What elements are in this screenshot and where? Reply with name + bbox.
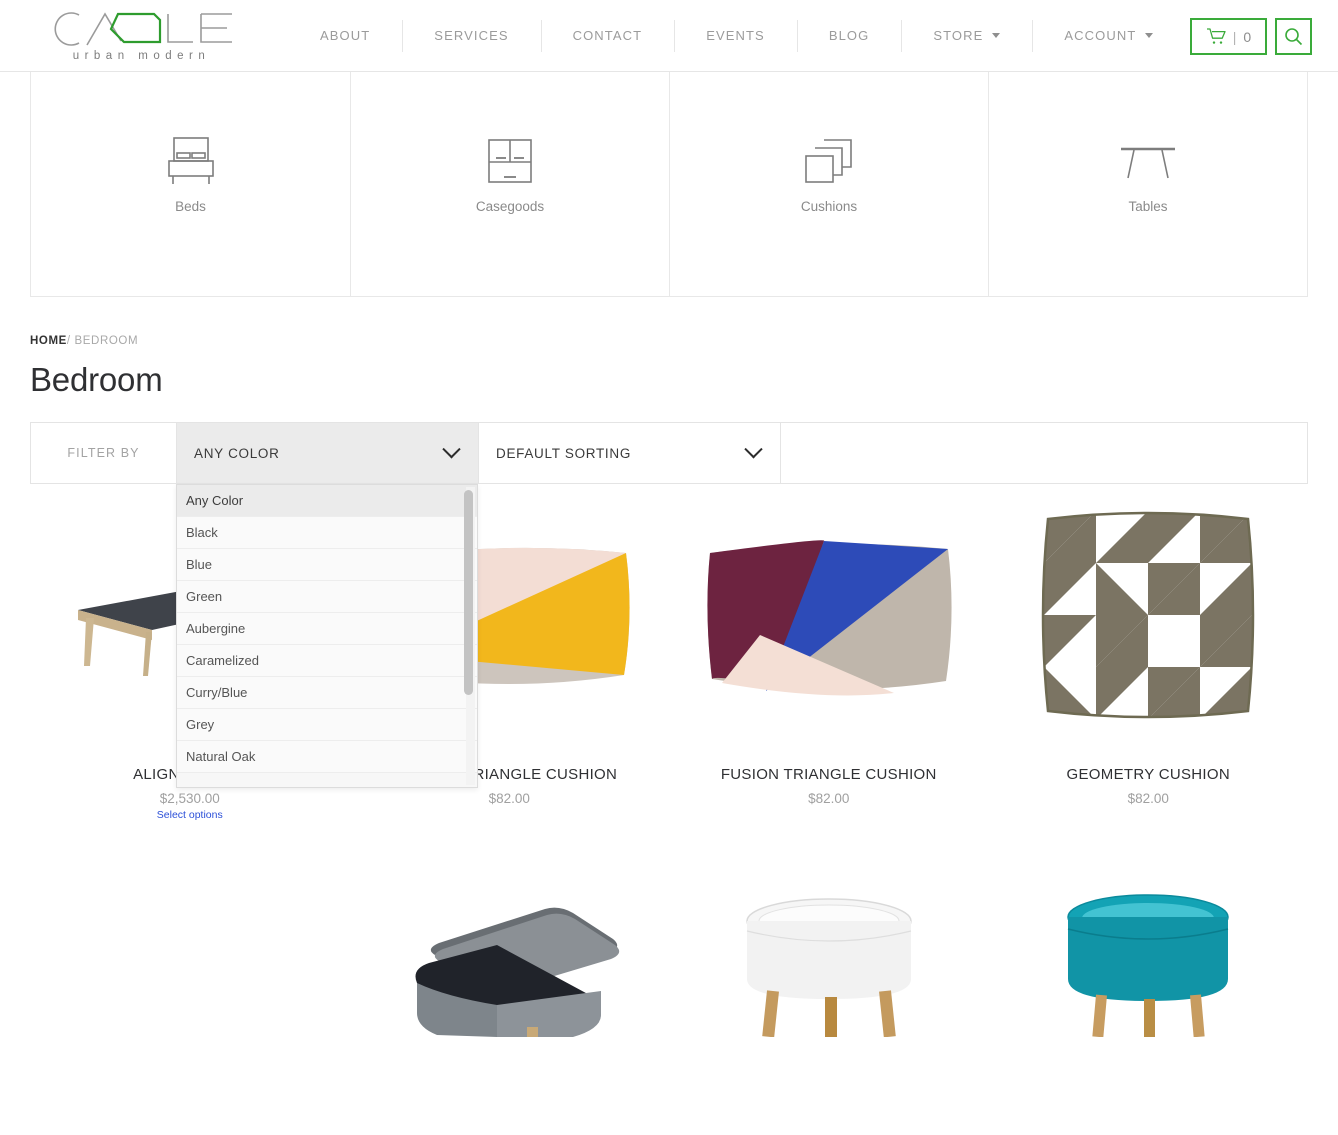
category-label: Tables [1128, 199, 1168, 214]
nav-item-about[interactable]: ABOUT [288, 13, 402, 59]
color-option[interactable]: Curry/Blue [177, 677, 477, 709]
chevron-down-icon [744, 439, 763, 458]
nav-label: SERVICES [434, 27, 509, 43]
dropdown-scrollbar-track[interactable] [464, 487, 475, 785]
nav-label: ABOUT [320, 27, 371, 43]
color-filter-dropdown: Any Color Black Blue Green Aubergine Car… [176, 484, 478, 788]
color-option[interactable]: Grey [177, 709, 477, 741]
chevron-down-icon [1145, 33, 1154, 38]
category-tiles: Beds Casegoods Cushions Tables [30, 72, 1308, 297]
nav-item-blog[interactable]: BLOG [796, 13, 902, 59]
white-round-table-photo[interactable] [683, 887, 975, 1037]
nav-item-events[interactable]: EVENTS [674, 13, 797, 59]
site-header: urban modern ABOUT SERVICES CONTACT EVEN… [0, 0, 1338, 72]
header-actions: | 0 [1190, 18, 1312, 55]
category-label: Casegoods [475, 199, 545, 214]
color-option[interactable]: Green [177, 581, 477, 613]
filter-bar: FILTER BY ANY COLOR DEFAULT SORTING Any … [30, 422, 1308, 788]
breadcrumb-home-link[interactable]: HOME [30, 335, 67, 347]
color-option[interactable]: Caramelized [177, 645, 477, 677]
logo-mark-icon [54, 12, 232, 46]
product-title[interactable]: GEOMETRY CUSHION [1003, 766, 1295, 783]
color-option[interactable]: Aubergine [177, 613, 477, 645]
breadcrumb-separator: / [66, 335, 71, 347]
site-logo[interactable]: urban modern [28, 9, 250, 62]
product-grid-row-2 [30, 887, 1308, 1037]
cart-separator: | [1232, 28, 1237, 45]
page-title: Bedroom [30, 361, 163, 398]
color-option[interactable]: Natural Oak [177, 741, 477, 773]
product-price: $2,530.00 [159, 791, 220, 806]
product-price: $82.00 [808, 791, 850, 806]
nav-label: CONTACT [572, 27, 643, 43]
cart-button[interactable]: | 0 [1190, 18, 1267, 55]
table-icon [1118, 134, 1178, 188]
product-card [30, 887, 350, 1037]
chevron-down-icon [442, 439, 461, 458]
cabinet-icon [486, 134, 534, 188]
nav-item-services[interactable]: SERVICES [402, 13, 540, 59]
breadcrumb: HOME/ BEDROOM [30, 335, 1338, 347]
product-title[interactable]: FUSION TRIANGLE CUSHION [683, 766, 975, 783]
product-card [350, 887, 670, 1037]
shopping-cart-icon [1206, 28, 1226, 44]
cushion-blue-photo[interactable] [683, 484, 975, 746]
category-tile-beds[interactable]: Beds [31, 72, 350, 296]
nav-item-contact[interactable]: CONTACT [540, 13, 675, 59]
nav-item-account[interactable]: ACCOUNT [1032, 13, 1185, 59]
category-tile-cushions[interactable]: Cushions [669, 72, 988, 296]
sort-value: DEFAULT SORTING [496, 445, 632, 461]
nav-label: BLOG [828, 27, 870, 43]
product-card: GEOMETRY CUSHION $82.00 [989, 484, 1309, 821]
main-navigation: ABOUT SERVICES CONTACT EVENTS BLOG STORE… [288, 13, 1185, 59]
teal-round-table-photo[interactable] [1003, 887, 1295, 1037]
chevron-down-icon [992, 33, 1001, 38]
category-label: Cushions [800, 199, 858, 214]
bed-icon [165, 134, 217, 188]
category-label: Beds [175, 199, 206, 214]
nav-label: ACCOUNT [1064, 27, 1137, 43]
product-price: $82.00 [1127, 791, 1169, 806]
breadcrumb-current: BEDROOM [74, 335, 139, 347]
grey-storage-table-photo[interactable] [364, 887, 656, 1037]
search-icon [1285, 28, 1303, 46]
cart-count: 0 [1243, 28, 1252, 45]
logo-tagline: urban modern [72, 50, 211, 62]
search-button[interactable] [1275, 18, 1312, 55]
filter-by-label: FILTER BY [31, 423, 177, 483]
color-filter-select[interactable]: ANY COLOR [177, 423, 479, 483]
color-option[interactable]: Blue [177, 549, 477, 581]
select-options-link[interactable]: Select options [44, 809, 336, 821]
nav-label: EVENTS [706, 27, 765, 43]
color-option[interactable]: Black [177, 517, 477, 549]
filter-bar-filler [781, 423, 1307, 483]
nav-item-store[interactable]: STORE [901, 13, 1032, 59]
color-option-list: Any Color Black Blue Green Aubergine Car… [177, 485, 477, 773]
product-card [989, 887, 1309, 1037]
product-card: FUSION TRIANGLE CUSHION $82.00 [669, 484, 989, 821]
color-option[interactable]: Any Color [177, 485, 477, 517]
sort-select[interactable]: DEFAULT SORTING [479, 423, 781, 483]
dropdown-scrollbar-thumb[interactable] [464, 490, 473, 695]
product-card [669, 887, 989, 1037]
nav-label: STORE [933, 27, 984, 43]
color-filter-value: ANY COLOR [194, 445, 280, 461]
category-tile-tables[interactable]: Tables [988, 72, 1307, 296]
stacked-squares-icon [803, 134, 855, 188]
cushion-geometry-photo[interactable] [1003, 484, 1295, 746]
product-price: $82.00 [488, 791, 530, 806]
category-tile-casegoods[interactable]: Casegoods [350, 72, 669, 296]
empty-slot [44, 887, 336, 1037]
